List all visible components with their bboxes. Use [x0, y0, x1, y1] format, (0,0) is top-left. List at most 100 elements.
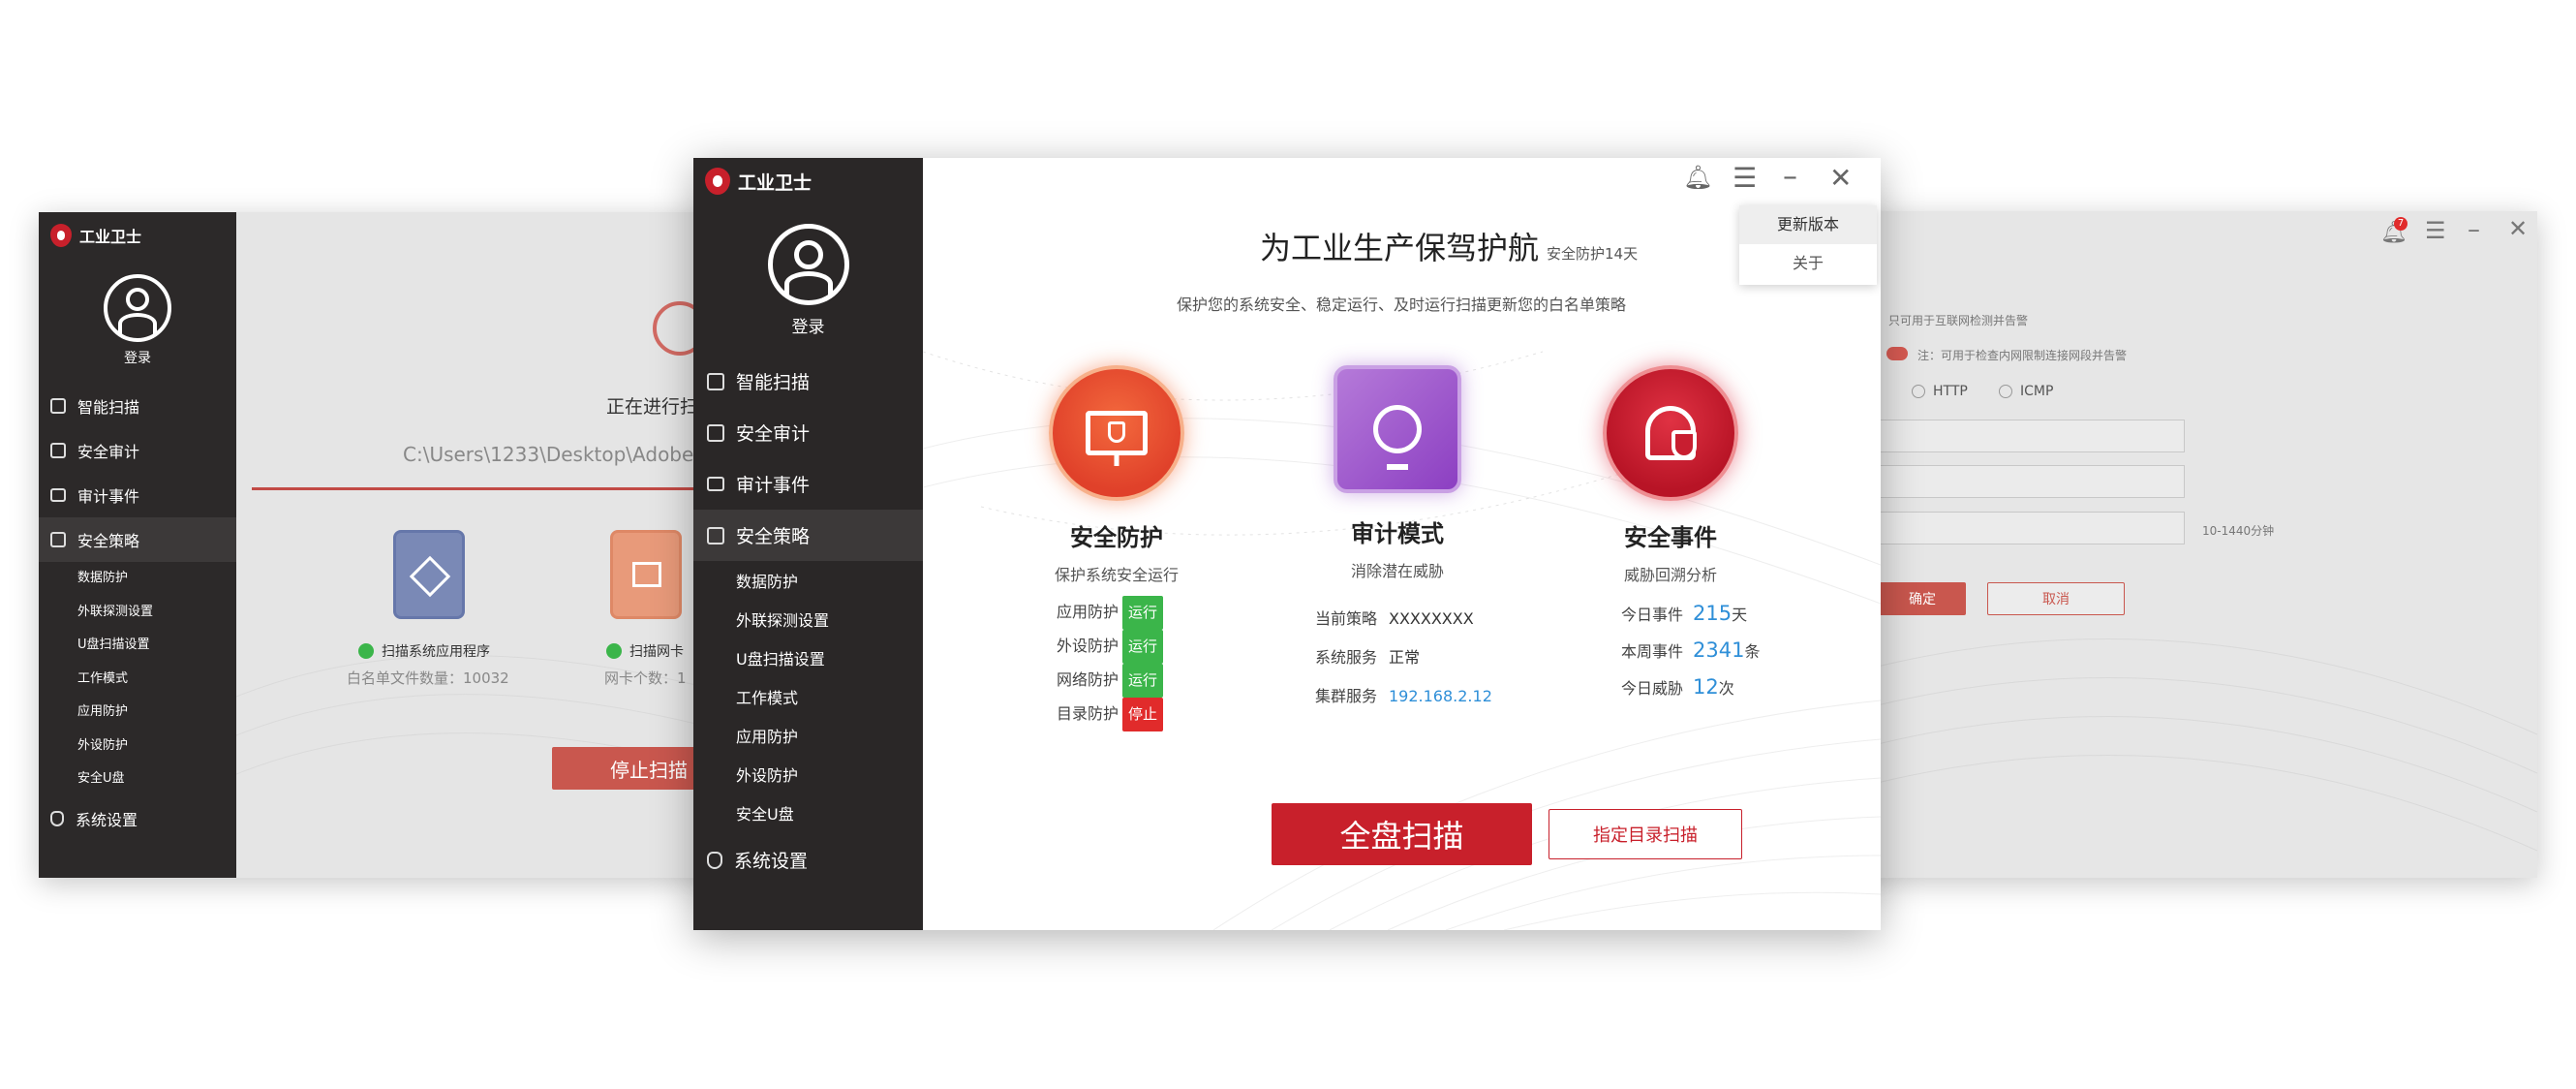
menu-icon[interactable]: ☰: [2425, 217, 2446, 244]
sub-nav-app-protection[interactable]: 应用防护: [736, 718, 923, 757]
left-nav-item-policy[interactable]: 安全策略: [39, 517, 236, 562]
sub-nav-outbound-probe[interactable]: 外联探测设置: [736, 602, 923, 640]
nav-item-events[interactable]: 审计事件: [693, 458, 923, 510]
nav-item-audit-label: 安全审计: [736, 423, 811, 445]
menu-icon[interactable]: ☰: [1733, 162, 1757, 194]
left-sub-nav-item[interactable]: 数据防护: [77, 562, 236, 596]
scan-icon: [50, 398, 66, 414]
radio-http[interactable]: HTTP: [1912, 384, 1968, 399]
sub-nav-usb-scan[interactable]: U盘扫描设置: [736, 640, 923, 679]
feature-protection[interactable]: 安全防护 保护系统安全运行: [1039, 365, 1194, 585]
main-avatar-block[interactable]: 登录: [693, 224, 923, 337]
cancel-button[interactable]: 取消: [1987, 582, 2125, 615]
main-window: 工业卫士 登录 智能扫描 安全审计 审计事件 安全策略 数据防护 外联探测设置 …: [693, 158, 1881, 930]
minimize-icon[interactable]: –: [1783, 160, 1797, 194]
menu-item-about[interactable]: 关于: [1739, 244, 1877, 283]
check-icon: [606, 643, 622, 659]
range-hint: 10-1440分钟: [2202, 524, 2275, 538]
full-scan-button[interactable]: 全盘扫描: [1272, 803, 1532, 865]
check-icon: [358, 643, 374, 659]
menu-item-update[interactable]: 更新版本: [1739, 205, 1877, 244]
left-brand-text: 工业卫士: [79, 228, 142, 246]
scan-item-2-title-text: 扫描网卡: [629, 644, 684, 660]
user-avatar-icon[interactable]: [767, 224, 849, 305]
text-input-2[interactable]: [1879, 465, 2185, 498]
feature-events-desc: 威胁回溯分析: [1623, 566, 1717, 584]
left-sub-nav-item[interactable]: 外设防护: [77, 730, 236, 763]
minimize-icon[interactable]: –: [2468, 215, 2480, 244]
stage: 工业卫士 登录 智能扫描 安全审计 审计事件 安全策略 数据防护 外联探测设置 …: [0, 0, 2576, 1089]
nav-item-policy-label: 安全策略: [736, 526, 811, 547]
nav-item-events-label: 审计事件: [736, 475, 811, 496]
nav-item-policy[interactable]: 安全策略: [693, 510, 923, 561]
feature-audit[interactable]: 审计模式 消除潜在威胁: [1310, 365, 1485, 581]
nav-item-settings[interactable]: 系统设置: [693, 834, 923, 886]
sub-nav-data-protection[interactable]: 数据防护: [736, 563, 923, 602]
scan-path-text: C:\Users\1233\Desktop\Adobe P: [403, 443, 712, 466]
close-icon[interactable]: ✕: [2508, 215, 2528, 242]
shield-icon: [50, 810, 64, 826]
info-value-link[interactable]: 192.168.2.12: [1389, 677, 1492, 716]
scan-icon: [707, 372, 724, 390]
status-label: 网络防护: [1057, 670, 1119, 689]
left-nav-label: 安全策略: [77, 532, 140, 550]
nav-item-audit[interactable]: 安全审计: [693, 407, 923, 458]
subtitle: 保护您的系统安全、稳定运行、及时运行扫描更新您的白名单策略: [1177, 296, 1627, 314]
text-input-3[interactable]: [1879, 512, 2185, 544]
audit-info-list: 当前策略 XXXXXXXX 系统服务 正常 集群服务 192.168.2.12: [1315, 600, 1492, 716]
sub-nav-peripheral-protection[interactable]: 外设防护: [736, 757, 923, 795]
close-icon[interactable]: ✕: [1829, 162, 1852, 194]
sub-nav-work-mode[interactable]: 工作模式: [736, 679, 923, 718]
info-row: 系统服务 正常: [1315, 638, 1492, 677]
text-input-1[interactable]: [1879, 420, 2185, 452]
left-sub-nav-item[interactable]: 应用防护: [77, 696, 236, 730]
right-note-1: 只可用于互联网检测并告警: [1888, 314, 2029, 327]
lightbulb-icon: [1334, 365, 1461, 493]
feature-events[interactable]: 安全事件 威胁回溯分析: [1593, 365, 1748, 585]
shield-logo-icon: [50, 224, 72, 247]
nav-item-settings-label: 系统设置: [734, 851, 809, 872]
main-login-label[interactable]: 登录: [693, 313, 923, 337]
bell-icon[interactable]: 🔔︎: [1683, 164, 1712, 191]
directory-scan-button[interactable]: 指定目录扫描: [1549, 809, 1742, 859]
left-nav-label: 审计事件: [77, 487, 140, 506]
left-sub-nav-item[interactable]: 工作模式: [77, 663, 236, 697]
left-nav-item-events[interactable]: 审计事件: [39, 473, 236, 517]
audit-icon: [707, 423, 724, 442]
stat-value: 2341: [1693, 638, 1745, 662]
left-nav-item-settings[interactable]: 系统设置: [39, 796, 236, 841]
status-badge: 运行: [1122, 664, 1164, 698]
feature-events-title: 安全事件: [1624, 524, 1717, 551]
headline-text: 为工业生产保驾护航: [1260, 230, 1540, 266]
left-nav-item-scan[interactable]: 智能扫描: [39, 384, 236, 428]
radio-icmp[interactable]: ICMP: [1999, 384, 2053, 399]
sub-nav-secure-usb[interactable]: 安全U盘: [736, 795, 923, 834]
scan-item-1-title: 扫描系统应用程序: [358, 641, 490, 661]
monitor-icon: [50, 488, 66, 502]
main-sub-nav: 数据防护 外联探测设置 U盘扫描设置 工作模式 应用防护 外设防护 安全U盘: [693, 561, 923, 834]
left-sub-nav-item[interactable]: U盘扫描设置: [77, 629, 236, 663]
info-row: 当前策略 XXXXXXXX: [1315, 600, 1492, 638]
left-avatar-block[interactable]: 登录: [39, 274, 236, 367]
stat-label: 今日威胁: [1621, 679, 1684, 698]
status-row: 应用防护 运行: [1057, 596, 1164, 630]
scan-item-2-title: 扫描网卡: [606, 641, 684, 661]
status-label: 应用防护: [1057, 603, 1119, 621]
ok-button[interactable]: 确定: [1879, 582, 1966, 615]
left-sub-nav-item[interactable]: 安全U盘: [77, 762, 236, 796]
left-nav-item-audit[interactable]: 安全审计: [39, 428, 236, 473]
status-badge: 停止: [1122, 698, 1164, 731]
network-card-icon: [610, 530, 682, 619]
status-label: 目录防护: [1057, 704, 1119, 723]
left-login-label[interactable]: 登录: [39, 348, 236, 367]
status-label: 外设防护: [1057, 637, 1119, 655]
left-sub-nav-item[interactable]: 外联探测设置: [77, 596, 236, 630]
toggle-switch[interactable]: [1886, 347, 1908, 360]
user-avatar-icon[interactable]: [104, 274, 171, 342]
headline: 为工业生产保驾护航 安全防护14天: [1260, 224, 1638, 268]
app-cube-icon: [393, 530, 465, 619]
scan-item-2-sub: 网卡个数：1: [604, 669, 687, 687]
nav-item-scan[interactable]: 智能扫描: [693, 356, 923, 407]
feature-audit-desc: 消除潜在威胁: [1350, 562, 1444, 580]
event-stats-list: 今日事件 215 天 本周事件 2341 条 今日威胁 12 次: [1621, 596, 1760, 706]
